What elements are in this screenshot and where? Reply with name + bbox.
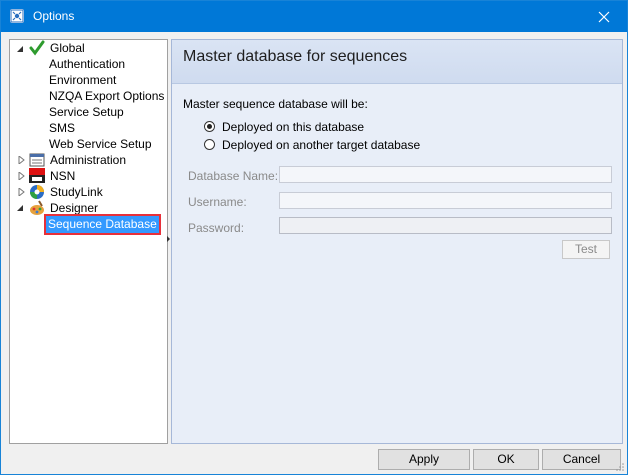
designer-icon	[30, 200, 44, 215]
window-title: Options	[33, 9, 75, 23]
nsn-icon	[29, 168, 45, 183]
checkmark-icon	[29, 40, 45, 56]
options-window: Options Global Authentication Environmen…	[0, 0, 628, 475]
studylink-icon	[30, 185, 44, 199]
tree-item-designer[interactable]: Designer	[50, 200, 98, 216]
tree-item-studylink[interactable]: StudyLink	[50, 184, 103, 200]
tree-item-sequence-database[interactable]: Sequence Database	[44, 214, 161, 235]
database-name-label: Database Name:	[188, 169, 279, 183]
tree-item-environment[interactable]: Environment	[49, 72, 116, 88]
collapsed-arrow-icon[interactable]	[18, 172, 26, 180]
close-icon	[598, 11, 610, 22]
expanded-arrow-icon[interactable]	[16, 204, 24, 212]
radio-label[interactable]: Deployed on another target database	[222, 137, 420, 153]
panel-header: Master database for sequences	[172, 40, 622, 84]
close-button[interactable]	[581, 1, 627, 32]
tree-item-nzqa-export-options[interactable]: NZQA Export Options	[49, 88, 164, 104]
database-name-input[interactable]	[279, 166, 612, 183]
panel-title: Master database for sequences	[183, 48, 408, 65]
test-button[interactable]: Test	[562, 240, 610, 259]
tree-item-web-service-setup[interactable]: Web Service Setup	[49, 136, 152, 152]
apply-button[interactable]: Apply	[378, 449, 470, 470]
tree-item-sms[interactable]: SMS	[49, 120, 75, 136]
collapsed-arrow-icon[interactable]	[18, 188, 26, 196]
options-tree[interactable]: Global Authentication Environment NZQA E…	[9, 39, 168, 444]
tree-item-global[interactable]: Global	[50, 40, 85, 56]
radio-button[interactable]	[204, 121, 215, 132]
password-label: Password:	[188, 221, 245, 235]
username-label: Username:	[188, 195, 247, 209]
resize-grip-icon[interactable]	[615, 462, 625, 472]
content-panel: Master database for sequences Master seq…	[171, 39, 623, 444]
tree-item-administration[interactable]: Administration	[50, 152, 126, 168]
administration-icon	[29, 153, 45, 167]
deployment-prompt: Master sequence database will be:	[183, 97, 368, 111]
expanded-arrow-icon[interactable]	[16, 45, 24, 53]
password-input[interactable]	[279, 217, 612, 234]
radio-label[interactable]: Deployed on this database	[222, 119, 364, 135]
collapsed-arrow-icon[interactable]	[18, 156, 26, 164]
cancel-button[interactable]: Cancel	[542, 449, 621, 470]
tree-item-authentication[interactable]: Authentication	[49, 56, 125, 72]
title-bar[interactable]: Options	[1, 1, 627, 32]
tree-item-nsn[interactable]: NSN	[50, 168, 75, 184]
username-input[interactable]	[279, 192, 612, 209]
ok-button[interactable]: OK	[473, 449, 539, 470]
tree-item-service-setup[interactable]: Service Setup	[49, 104, 124, 120]
radio-button[interactable]	[204, 139, 215, 150]
options-icon	[10, 9, 24, 23]
